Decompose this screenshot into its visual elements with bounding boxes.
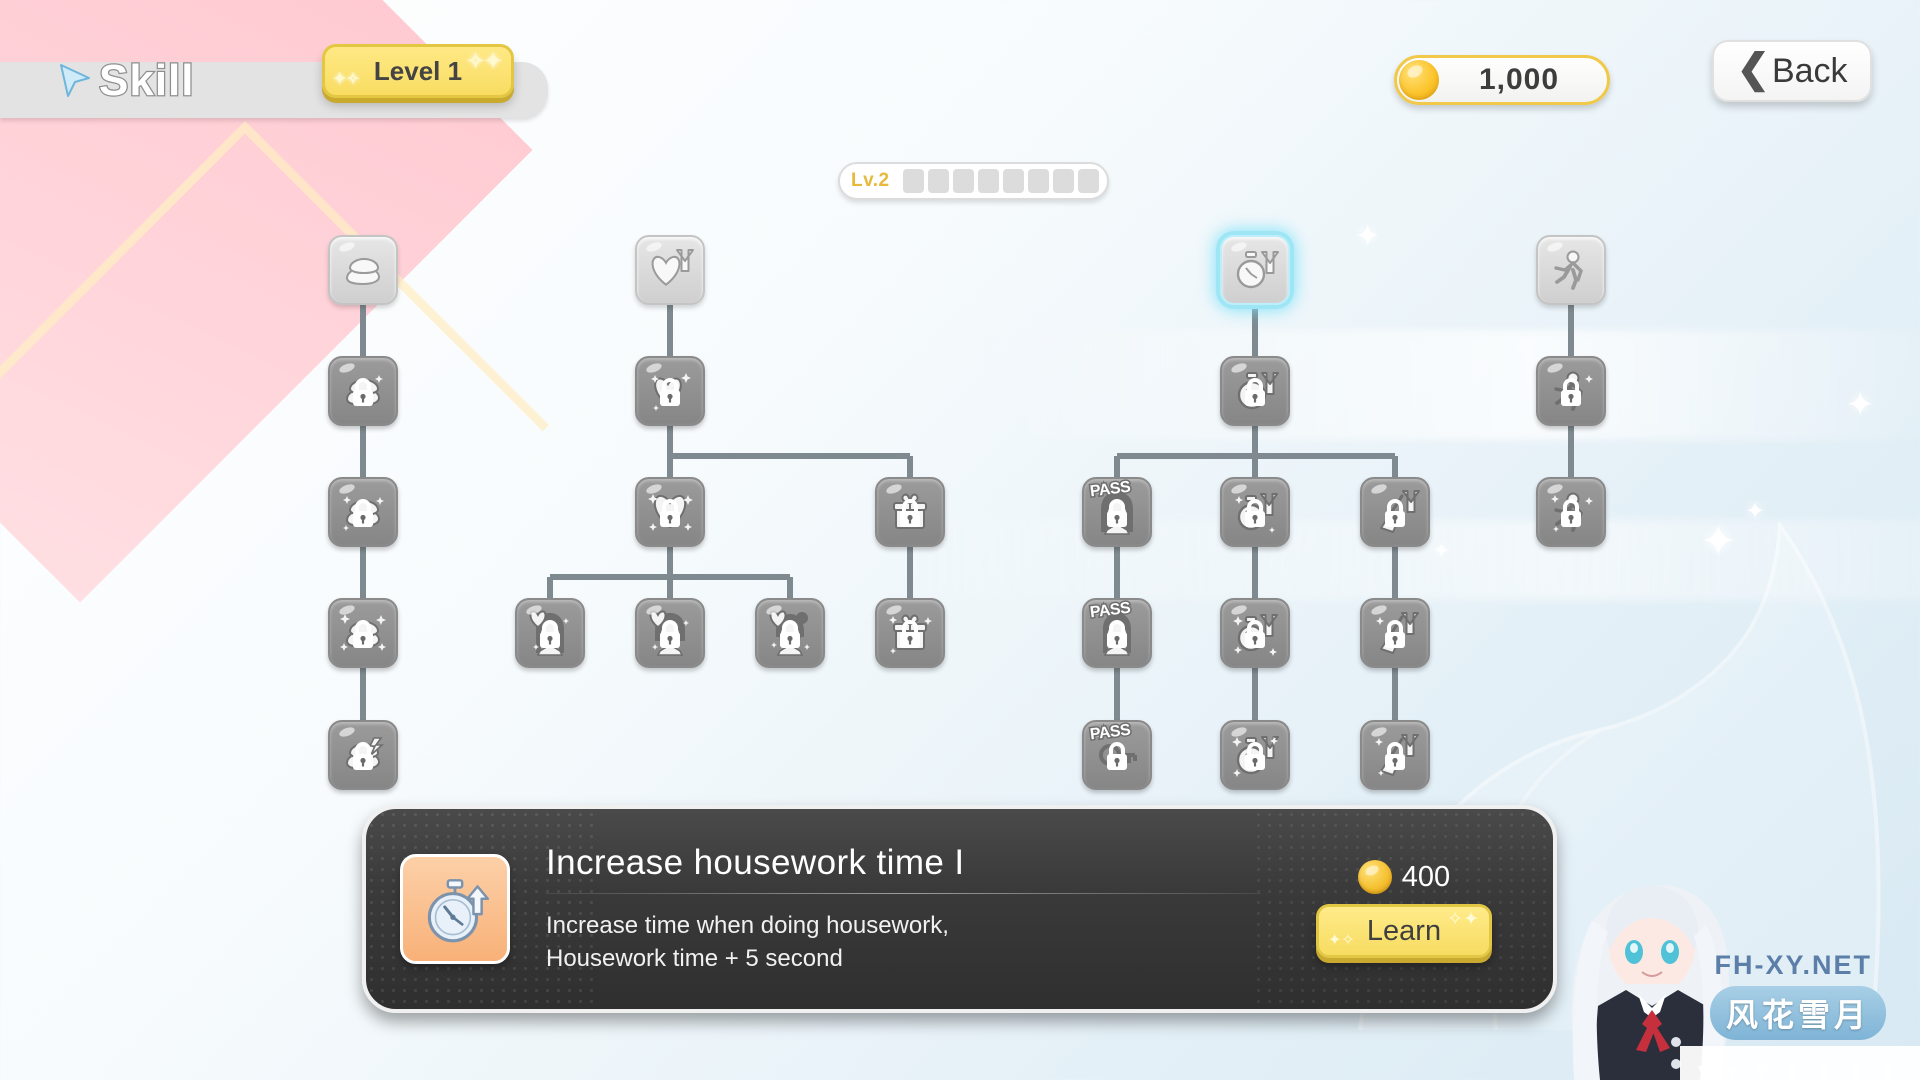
skill-node-c3r4c[interactable] xyxy=(1360,720,1430,790)
level-progress-segments xyxy=(902,169,1099,193)
padlock-icon xyxy=(1561,378,1581,407)
skill-detail-description-line2: Housework time + 5 second xyxy=(546,944,843,972)
padlock-icon xyxy=(660,499,680,528)
padlock-icon xyxy=(1385,620,1405,649)
padlock-icon xyxy=(900,620,920,649)
skill-node-c3r4a[interactable]: PASS xyxy=(1082,720,1152,790)
padlock-icon xyxy=(353,499,373,528)
skill-cost: 400 xyxy=(1357,860,1451,894)
level-progress-segment xyxy=(977,169,999,193)
padlock-icon xyxy=(1245,620,1265,649)
padlock-icon xyxy=(540,620,560,649)
skill-node-c4r2[interactable] xyxy=(1536,477,1606,547)
level-badge-label: Level 1 xyxy=(373,55,463,86)
skill-detail-description-line1: Increase time when doing housework, xyxy=(546,912,949,940)
skill-node-c4r1[interactable] xyxy=(1536,356,1606,426)
watermark-url: FH-XY.NET xyxy=(1714,950,1872,980)
level-progress-segment xyxy=(927,169,949,193)
padlock-icon xyxy=(900,499,920,528)
level-progress-segment xyxy=(1077,169,1099,193)
level-progress-segment xyxy=(1052,169,1074,193)
learn-button-label: Learn xyxy=(1366,914,1442,947)
padlock-icon xyxy=(353,378,373,407)
skill-node-c1r0[interactable] xyxy=(328,235,398,305)
skill-node-c3r3b[interactable] xyxy=(1220,598,1290,668)
skill-node-c3r3c[interactable] xyxy=(1360,598,1430,668)
skill-node-c2r2b[interactable] xyxy=(875,477,945,547)
currency-display: 1,000 xyxy=(1394,55,1610,105)
skill-detail-title: Increase housework time I xyxy=(546,843,965,883)
gold-coin-icon xyxy=(1399,60,1439,100)
padlock-icon xyxy=(1245,378,1265,407)
stopwatch-up-icon xyxy=(1229,244,1281,296)
cursor-arrow-icon xyxy=(60,64,90,97)
level-progress-segment xyxy=(902,169,924,193)
skill-node-c3r2a[interactable]: PASS xyxy=(1082,477,1152,547)
chevron-left-icon: ❮ xyxy=(1736,47,1770,91)
padlock-icon xyxy=(1245,742,1265,771)
padlock-icon xyxy=(353,742,373,771)
back-button[interactable]: ❮ Back xyxy=(1712,40,1872,102)
currency-amount: 1,000 xyxy=(1478,63,1560,96)
padlock-icon xyxy=(1385,499,1405,528)
padlock-icon xyxy=(780,620,800,649)
back-button-label: Back xyxy=(1771,51,1848,90)
skill-node-c1r2[interactable] xyxy=(328,477,398,547)
skill-node-c2r3b[interactable] xyxy=(635,598,705,668)
stopwatch-up-icon xyxy=(400,854,510,964)
level-progress-segment xyxy=(952,169,974,193)
level-progress-segment xyxy=(1027,169,1049,193)
skill-node-c1r1[interactable] xyxy=(328,356,398,426)
skill-node-c3r2c[interactable] xyxy=(1360,477,1430,547)
skill-detail-body: Increase housework time I Increase time … xyxy=(510,843,1289,975)
padlock-icon xyxy=(1107,620,1127,649)
padlock-icon xyxy=(1107,499,1127,528)
watermark-brand: 风花雪月 xyxy=(1709,986,1886,1040)
skill-node-c3r0[interactable] xyxy=(1220,235,1290,305)
skill-node-c2r3d[interactable] xyxy=(875,598,945,668)
skill-node-c2r3c[interactable] xyxy=(755,598,825,668)
skill-node-c2r3a[interactable] xyxy=(515,598,585,668)
sparkle-icon: ✧✦ xyxy=(466,50,502,73)
skill-node-c3r3a[interactable]: PASS xyxy=(1082,598,1152,668)
padlock-icon xyxy=(660,620,680,649)
padlock-icon xyxy=(353,620,373,649)
watermark: FH-XY.NET 风花雪月 xyxy=(1530,860,1920,1080)
skill-node-c1r3[interactable] xyxy=(328,598,398,668)
skill-node-c2r1[interactable] xyxy=(635,356,705,426)
skill-node-c2r2[interactable] xyxy=(635,477,705,547)
padlock-icon xyxy=(660,378,680,407)
padlock-icon xyxy=(1385,742,1405,771)
page-title: Skill xyxy=(55,55,195,107)
gold-coin-icon xyxy=(1357,860,1392,894)
level-progress-tag: Lv.2 xyxy=(850,169,891,193)
folded-laundry-icon xyxy=(337,244,389,296)
skill-detail-actions: 400 ✦✧ Learn ✧✦ xyxy=(1289,860,1519,958)
skill-node-c3r1[interactable] xyxy=(1220,356,1290,426)
sparkle-icon: ✧✦ xyxy=(1447,909,1479,930)
level-progress-bar: Lv.2 xyxy=(838,162,1109,200)
padlock-icon xyxy=(1245,499,1265,528)
level-badge[interactable]: ✦✧ Level 1 ✧✦ xyxy=(322,44,514,98)
skill-detail-panel: Increase housework time I Increase time … xyxy=(362,805,1557,1013)
skill-node-c4r0[interactable] xyxy=(1536,235,1606,305)
padlock-icon xyxy=(1561,499,1581,528)
running-person-icon xyxy=(1545,244,1597,296)
sparkle-icon: ✦✧ xyxy=(333,71,360,88)
skill-node-c3r4b[interactable] xyxy=(1220,720,1290,790)
skill-node-c3r2b[interactable] xyxy=(1220,477,1290,547)
learn-button[interactable]: ✦✧ Learn ✧✦ xyxy=(1316,904,1492,958)
level-progress-segment xyxy=(1002,169,1024,193)
page-title-text: Skill xyxy=(98,55,195,107)
divider xyxy=(546,893,1261,895)
skill-cost-value: 400 xyxy=(1401,860,1451,893)
heart-up-icon xyxy=(644,244,696,296)
padlock-icon xyxy=(1107,742,1127,771)
skill-node-c2r0[interactable] xyxy=(635,235,705,305)
skill-node-c1r4[interactable] xyxy=(328,720,398,790)
sparkle-icon: ✦✧ xyxy=(1328,932,1355,949)
